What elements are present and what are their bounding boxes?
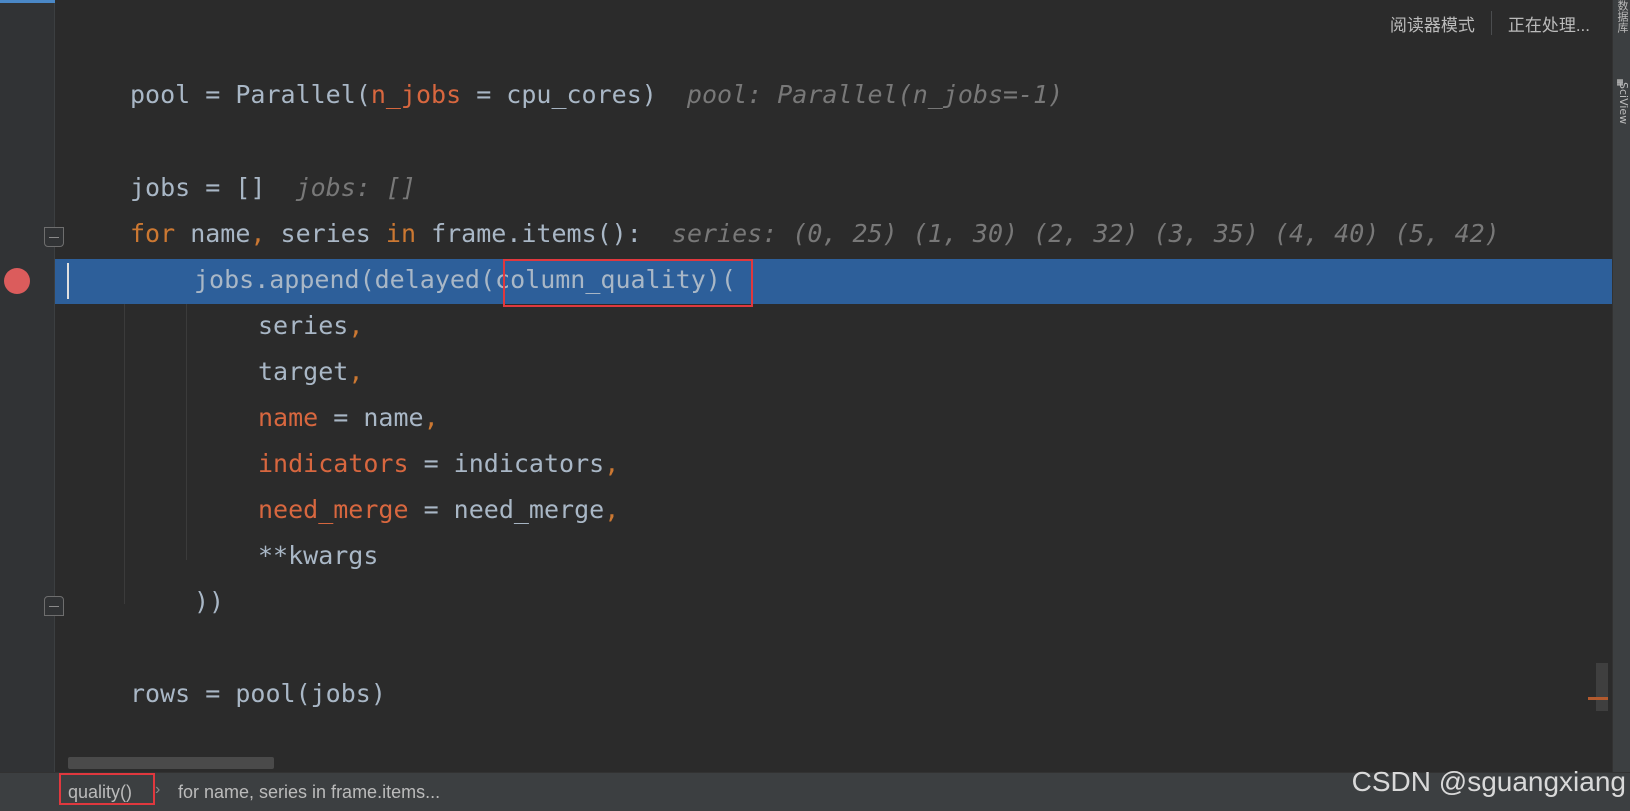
code-line-6[interactable]: target, (258, 349, 363, 395)
code-line-5[interactable]: series, (258, 303, 363, 349)
vertical-scrollbar[interactable] (1596, 663, 1608, 711)
fold-end-icon[interactable] (44, 596, 64, 616)
code-line-8[interactable]: indicators = indicators, (258, 441, 619, 487)
divider (1490, 11, 1492, 35)
annotation-highlight-box (503, 259, 753, 307)
code-line-1[interactable]: pool = Parallel(n_jobs = cpu_cores) pool… (130, 72, 1063, 118)
horizontal-scrollbar[interactable] (68, 757, 274, 769)
text-caret (67, 263, 69, 299)
inline-value-hint: pool: Parallel(n_jobs=-1) (686, 80, 1064, 109)
inline-value-hint: jobs: [] (295, 173, 416, 202)
annotation-highlight-box (59, 773, 155, 805)
code-line-2[interactable]: jobs = [] jobs: [] (130, 165, 416, 211)
inline-value-hint: series: (0, 25) (1, 30) (2, 32) (3, 35) … (671, 219, 1500, 248)
code-line-10[interactable]: **kwargs (258, 533, 378, 579)
code-line-3[interactable]: for name, series in frame.items(): serie… (130, 211, 1500, 257)
breadcrumb-loop[interactable]: for name, series in frame.items... (178, 782, 440, 803)
right-tool-strip: 数据库 ▦ SciView (1612, 0, 1630, 772)
code-line-7[interactable]: name = name, (258, 395, 439, 441)
code-line-11[interactable]: )) (194, 579, 224, 625)
scrollbar-error-marker[interactable] (1588, 697, 1608, 700)
indent-guide (186, 304, 187, 560)
editor-gutter[interactable] (0, 0, 55, 772)
sciview-tool-tab[interactable]: SciView (1614, 82, 1630, 124)
fold-collapse-icon[interactable] (44, 227, 64, 247)
code-line-12[interactable]: rows = pool(jobs) (130, 671, 386, 717)
code-line-9[interactable]: need_merge = need_merge, (258, 487, 619, 533)
chevron-right-icon: › (155, 781, 161, 798)
reader-mode-button[interactable]: 阅读器模式 (1390, 11, 1475, 36)
reader-mode-bar: 阅读器模式 正在处理... (1390, 10, 1590, 36)
processing-status: 正在处理... (1507, 15, 1590, 35)
watermark: CSDN @sguangxiang (1351, 766, 1626, 797)
breakpoint-icon[interactable] (4, 268, 30, 294)
indent-guide (124, 304, 125, 604)
database-tool-tab[interactable]: 数据库 (1614, 0, 1630, 33)
